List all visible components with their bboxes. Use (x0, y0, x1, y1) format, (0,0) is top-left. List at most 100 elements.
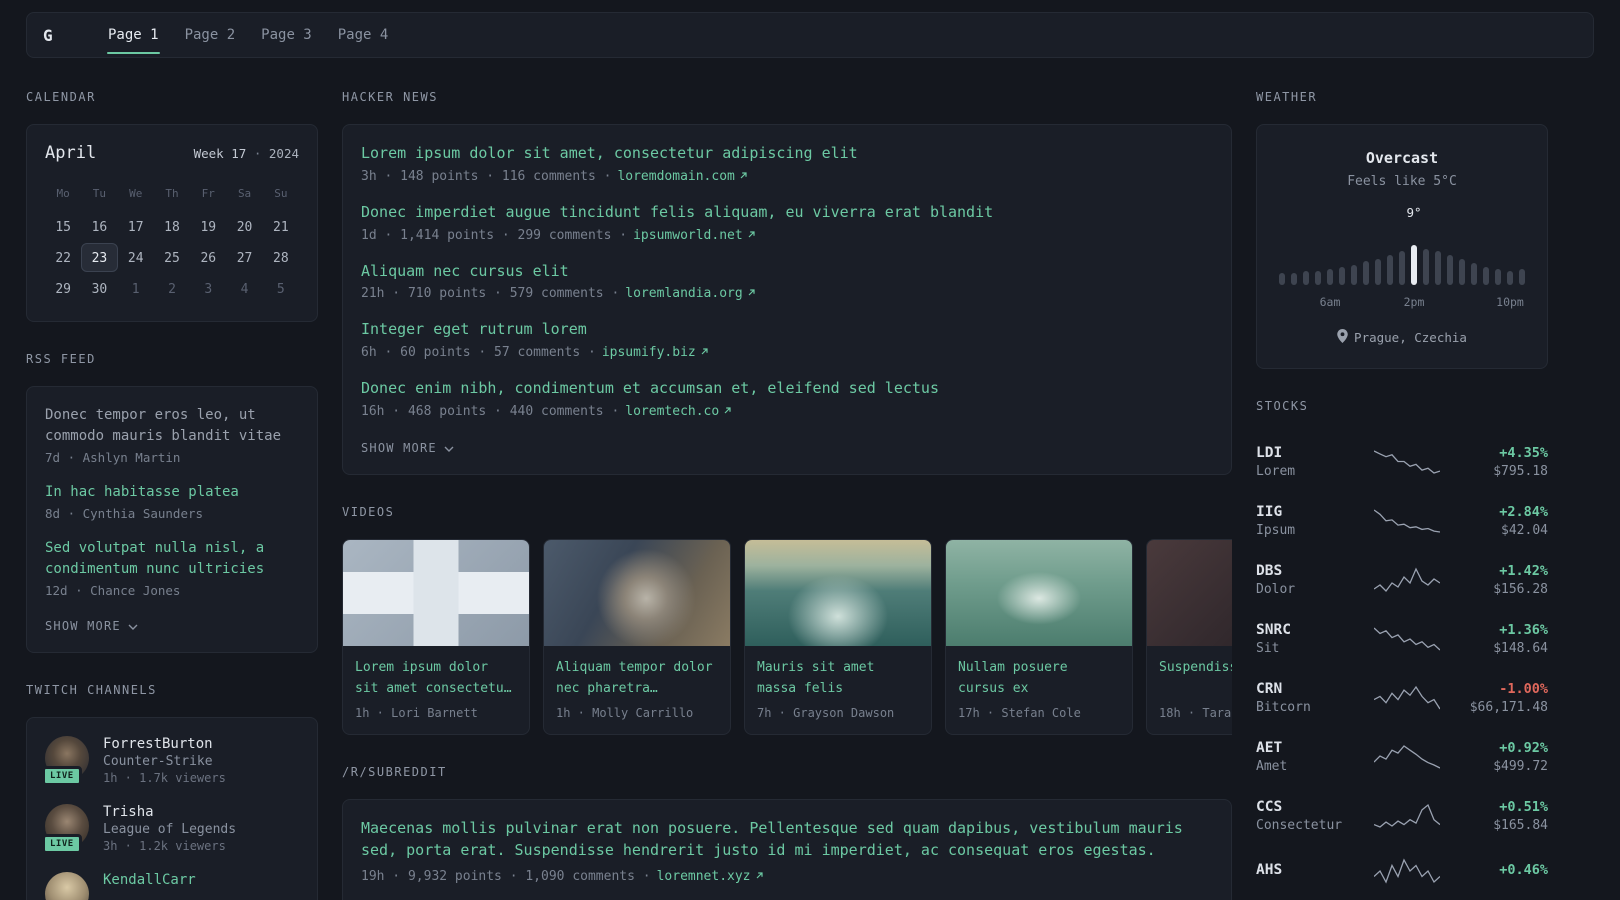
twitch-channel-row[interactable]: LIVE Trisha League of Legends 3h · 1.2k … (42, 804, 299, 854)
calendar-day[interactable]: 17 (118, 212, 154, 241)
hn-show-more-button[interactable]: SHOW MORE (361, 441, 454, 455)
channel-meta: 3h · 1.2k viewers (103, 839, 226, 853)
stock-row[interactable]: SNRC Sit +1.36% $148.64 (1256, 610, 1548, 669)
video-title-link[interactable]: Mauris sit amet massa felis (757, 658, 919, 700)
video-thumbnail[interactable] (1147, 539, 1232, 646)
twitch-card: LIVE ForrestBurton Counter-Strike 1h · 1… (26, 717, 318, 900)
stock-row[interactable]: LDI Lorem +4.35% $795.18 (1256, 433, 1548, 492)
video-meta: 1h · Lori Barnett (355, 705, 478, 720)
video-title-link[interactable]: Nullam posuere cursus ex (958, 658, 1120, 700)
hn-domain-link[interactable]: loremlandia.org (625, 286, 755, 301)
video-thumbnail[interactable] (544, 539, 730, 646)
rss-item-link[interactable]: Sed volutpat nulla nisl, a condimentum n… (45, 538, 299, 580)
video-card[interactable]: Aliquam tempor dolor nec pharetra… 1h · … (543, 538, 731, 735)
video-thumbnail[interactable] (745, 539, 931, 646)
rss-item-link[interactable]: In hac habitasse platea (45, 482, 299, 503)
video-thumbnail[interactable] (343, 539, 529, 646)
weather-bar (1315, 271, 1321, 285)
stock-change: +0.92% (1499, 740, 1548, 756)
stock-row[interactable]: AHS +0.46% (1256, 846, 1548, 897)
weather-section: WEATHER Overcast Feels like 5°C 9° 6am 2p… (1256, 90, 1548, 369)
stocks-section-title: STOCKS (1256, 399, 1309, 413)
video-title-link[interactable]: Suspendisse diam (1159, 658, 1232, 700)
stock-sparkline (1373, 508, 1441, 534)
reddit-domain-link[interactable]: loremnet.xyz (657, 869, 764, 884)
video-title-link[interactable]: Aliquam tempor dolor nec pharetra… (556, 658, 718, 700)
hn-story-link[interactable]: Lorem ipsum dolor sit amet, consectetur … (361, 143, 1213, 165)
subreddit-section: /R/SUBREDDIT Maecenas mollis pulvinar er… (342, 765, 1232, 900)
tab-page-2[interactable]: Page 2 (172, 13, 249, 57)
weather-bar (1483, 267, 1489, 285)
calendar-day[interactable]: 16 (81, 212, 117, 241)
video-card[interactable]: Lorem ipsum dolor sit amet consectetu… 1… (342, 538, 530, 735)
hn-story-link[interactable]: Integer eget rutrum lorem (361, 319, 1213, 341)
day-header: Fr (201, 187, 215, 200)
rss-item-link[interactable]: Donec tempor eros leo, ut commodo mauris… (45, 405, 299, 447)
stock-change: +1.42% (1499, 563, 1548, 579)
hn-story-meta: 3h · 148 points · 116 comments · loremdo… (361, 169, 1213, 184)
weather-bar (1471, 263, 1477, 285)
hn-domain-link[interactable]: loremdomain.com (617, 169, 747, 184)
calendar-day[interactable]: 26 (190, 243, 226, 272)
channel-name-link[interactable]: KendallCarr (103, 872, 196, 888)
hn-domain-link[interactable]: loremtech.co (625, 404, 732, 419)
calendar-day-selected[interactable]: 23 (81, 243, 118, 272)
calendar-day[interactable]: 21 (263, 212, 299, 241)
reddit-post-link[interactable]: Maecenas mollis pulvinar erat non posuer… (361, 818, 1213, 862)
calendar-day[interactable]: 30 (81, 274, 117, 303)
channel-name-link[interactable]: ForrestBurton (103, 736, 226, 752)
calendar-day-next-month[interactable]: 4 (226, 274, 262, 303)
hn-story-link[interactable]: Donec enim nibh, condimentum et accumsan… (361, 378, 1213, 400)
stock-row[interactable]: DBS Dolor +1.42% $156.28 (1256, 551, 1548, 610)
calendar-day[interactable]: 22 (45, 243, 81, 272)
tab-page-3[interactable]: Page 3 (248, 13, 325, 57)
video-meta: 17h · Stefan Cole (958, 705, 1081, 720)
twitch-channel-row[interactable]: LIVE ForrestBurton Counter-Strike 1h · 1… (42, 736, 299, 786)
subreddit-card: Maecenas mollis pulvinar erat non posuer… (342, 798, 1232, 900)
channel-name-link[interactable]: Trisha (103, 804, 236, 820)
calendar-day[interactable]: 19 (190, 212, 226, 241)
calendar-week-label: Week 17 · 2024 (194, 146, 299, 161)
calendar-day[interactable]: 15 (45, 212, 81, 241)
hn-story-link[interactable]: Donec imperdiet augue tincidunt felis al… (361, 202, 1213, 224)
stock-row[interactable]: CRN Bitcorn -1.00% $66,171.48 (1256, 669, 1548, 728)
calendar-day[interactable]: 28 (263, 243, 299, 272)
middle-column: HACKER NEWS Lorem ipsum dolor sit amet, … (342, 90, 1232, 900)
hn-domain-link[interactable]: ipsumworld.net (633, 228, 756, 243)
video-card[interactable]: Mauris sit amet massa felis 7h · Grayson… (744, 538, 932, 735)
video-card-body: Mauris sit amet massa felis 7h · Grayson… (745, 646, 931, 734)
stock-row[interactable]: AET Amet +0.92% $499.72 (1256, 728, 1548, 787)
calendar-day-next-month[interactable]: 1 (118, 274, 154, 303)
stock-change: +0.46% (1499, 861, 1548, 878)
twitch-channel-row[interactable]: KendallCarr (45, 872, 299, 900)
calendar-day[interactable]: 29 (45, 274, 81, 303)
tab-page-1[interactable]: Page 1 (95, 13, 172, 57)
stock-change: -1.00% (1499, 681, 1548, 697)
hn-story-link[interactable]: Aliquam nec cursus elit (361, 261, 1213, 283)
stock-sparkline (1373, 803, 1441, 829)
video-card[interactable]: Suspendisse diam 18h · Tara (1146, 538, 1232, 735)
calendar-day[interactable]: 24 (118, 243, 154, 272)
tab-page-4[interactable]: Page 4 (325, 13, 402, 57)
hn-domain-link[interactable]: ipsumify.biz (602, 345, 709, 360)
weather-bar (1387, 255, 1393, 285)
calendar-day[interactable]: 25 (154, 243, 190, 272)
rss-card: Donec tempor eros leo, ut commodo mauris… (26, 386, 318, 653)
calendar-day-next-month[interactable]: 5 (263, 274, 299, 303)
video-title-link[interactable]: Lorem ipsum dolor sit amet consectetu… (355, 658, 517, 700)
calendar-day[interactable]: 20 (226, 212, 262, 241)
video-card-body: Suspendisse diam 18h · Tara (1147, 646, 1232, 734)
calendar-day[interactable]: 27 (226, 243, 262, 272)
stock-row[interactable]: CCS Consectetur +0.51% $165.84 (1256, 787, 1548, 846)
video-thumbnail[interactable] (946, 539, 1132, 646)
app-logo[interactable]: G (43, 26, 71, 45)
stock-price: $165.84 (1493, 818, 1548, 833)
stock-ticker: CRN (1256, 681, 1283, 697)
video-card[interactable]: Nullam posuere cursus ex 17h · Stefan Co… (945, 538, 1133, 735)
calendar-day-next-month[interactable]: 3 (190, 274, 226, 303)
stock-row[interactable]: IIG Ipsum +2.84% $42.04 (1256, 492, 1548, 551)
rss-show-more-button[interactable]: SHOW MORE (45, 619, 138, 633)
calendar-day-next-month[interactable]: 2 (154, 274, 190, 303)
weather-condition: Overcast (1365, 149, 1439, 167)
calendar-day[interactable]: 18 (154, 212, 190, 241)
